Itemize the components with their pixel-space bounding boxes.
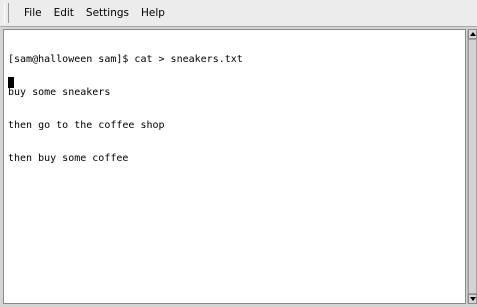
vertical-scrollbar[interactable] <box>467 29 477 304</box>
scroll-up-button[interactable] <box>468 29 477 39</box>
terminal-window: File Edit Settings Help [sam@halloween s… <box>0 0 477 307</box>
scroll-down-button[interactable] <box>468 294 477 304</box>
terminal-line: then go to the coffee shop <box>8 120 165 131</box>
terminal-line: buy some sneakers <box>8 87 111 98</box>
text-cursor <box>8 77 14 88</box>
arrow-down-icon <box>470 297 476 301</box>
terminal-line: then buy some coffee <box>8 153 129 164</box>
menu-settings[interactable]: Settings <box>80 7 135 19</box>
menu-help[interactable]: Help <box>135 7 171 19</box>
menu-bar: File Edit Settings Help <box>0 0 477 27</box>
terminal-line: [sam@halloween sam]$ cat > sneakers.txt <box>8 54 243 65</box>
terminal-area[interactable]: [sam@halloween sam]$ cat > sneakers.txt … <box>3 29 466 304</box>
arrow-up-icon <box>470 32 476 36</box>
scrollbar-thumb[interactable] <box>468 39 477 294</box>
terminal-output: [sam@halloween sam]$ cat > sneakers.txt … <box>8 32 243 186</box>
menu-file[interactable]: File <box>18 7 48 19</box>
menubar-grip-handle[interactable] <box>4 3 9 23</box>
menu-edit[interactable]: Edit <box>48 7 80 19</box>
